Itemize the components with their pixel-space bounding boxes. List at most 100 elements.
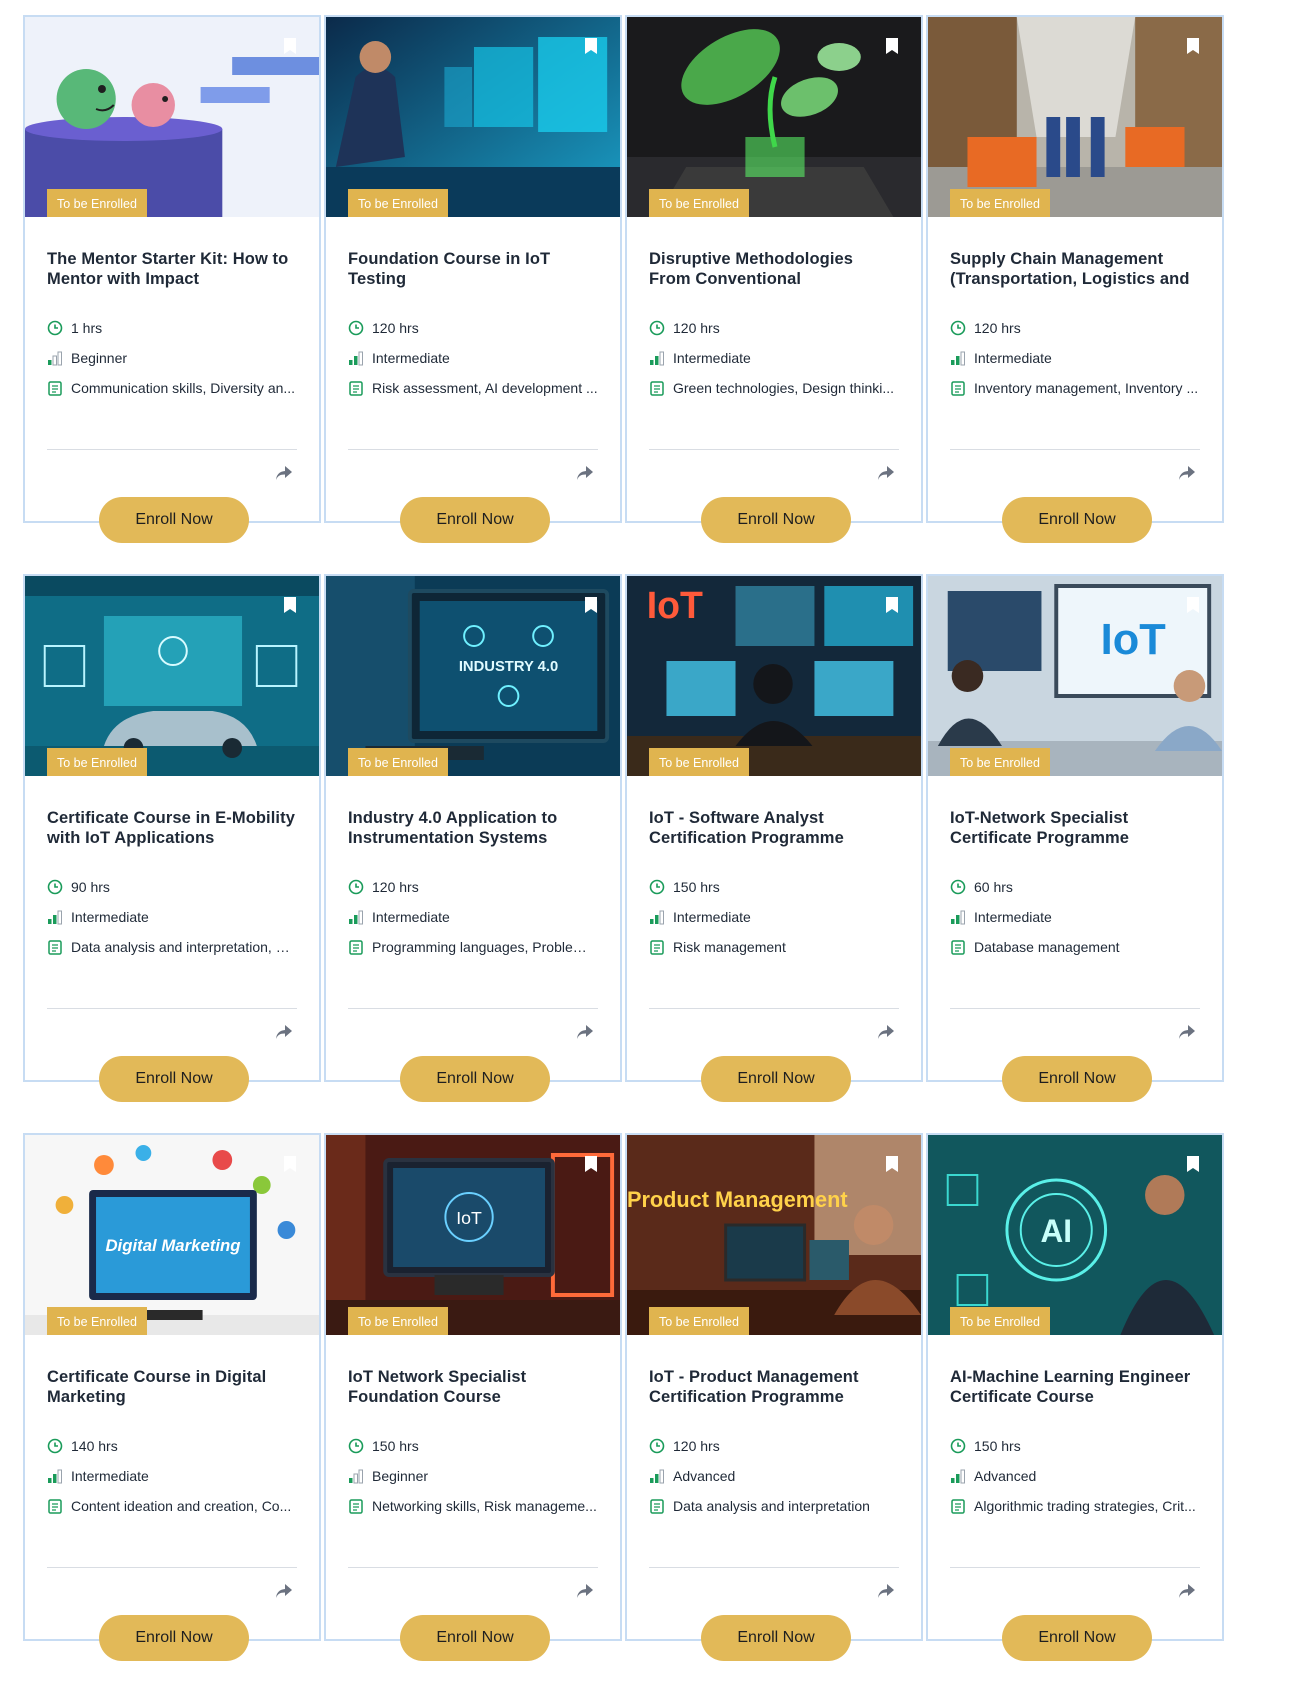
enroll-now-button[interactable]: Enroll Now — [701, 1615, 851, 1661]
share-icon[interactable] — [877, 1024, 895, 1040]
skills-list-icon — [951, 381, 965, 396]
green-tech-photo — [627, 17, 921, 217]
course-thumbnail[interactable]: To be Enrolled — [25, 17, 319, 217]
share-icon[interactable] — [275, 465, 293, 481]
level-bars-icon — [951, 1469, 965, 1484]
iot-screen-label: IoT — [1101, 615, 1166, 664]
enroll-now-button[interactable]: Enroll Now — [701, 1056, 851, 1102]
bookmark-icon[interactable] — [584, 596, 598, 614]
course-card[interactable]: IoT To be Enrolled IoT-Network Specialis… — [926, 574, 1224, 1102]
share-icon[interactable] — [275, 1583, 293, 1599]
share-icon[interactable] — [576, 465, 594, 481]
course-title[interactable]: Supply Chain Management (Transportation,… — [950, 249, 1200, 291]
course-card[interactable]: Product Management To be Enrolled IoT - … — [625, 1133, 923, 1661]
course-skills: Data analysis and interpretation — [673, 1498, 870, 1514]
skills-list-icon — [349, 940, 363, 955]
course-title[interactable]: Foundation Course in IoT Testing — [348, 249, 598, 291]
bookmark-icon[interactable] — [885, 37, 899, 55]
course-thumbnail[interactable]: INDUSTRY 4.0 To be Enrolled — [326, 576, 620, 776]
enroll-now-button[interactable]: Enroll Now — [701, 497, 851, 543]
enroll-now-button[interactable]: Enroll Now — [400, 497, 550, 543]
course-thumbnail[interactable]: Digital Marketing To be Enrolled — [25, 1135, 319, 1335]
course-level: Intermediate — [372, 350, 450, 366]
enroll-now-button[interactable]: Enroll Now — [400, 1615, 550, 1661]
course-level: Intermediate — [974, 909, 1052, 925]
course-card[interactable]: AI To be Enrolled AI-Machine Learning En… — [926, 1133, 1224, 1661]
course-thumbnail[interactable]: To be Enrolled — [627, 17, 921, 217]
course-thumbnail[interactable]: IoT To be Enrolled — [326, 1135, 620, 1335]
share-icon[interactable] — [1178, 1583, 1196, 1599]
skills-list-icon — [951, 940, 965, 955]
course-title[interactable]: IoT - Software Analyst Certification Pro… — [649, 808, 899, 850]
iot-testing-photo — [326, 17, 620, 217]
digital-marketing-illustration: Digital Marketing — [25, 1135, 319, 1335]
share-icon[interactable] — [1178, 465, 1196, 481]
enroll-now-button[interactable]: Enroll Now — [99, 497, 249, 543]
course-duration: 150 hrs — [372, 1438, 419, 1454]
enroll-now-button[interactable]: Enroll Now — [99, 1615, 249, 1661]
enrollment-status-badge: To be Enrolled — [950, 189, 1050, 217]
course-title[interactable]: IoT Network Specialist Foundation Course — [348, 1367, 598, 1409]
course-thumbnail[interactable]: AI To be Enrolled — [928, 1135, 1222, 1335]
bookmark-icon[interactable] — [584, 1155, 598, 1173]
bookmark-icon[interactable] — [283, 596, 297, 614]
course-thumbnail[interactable]: IoT To be Enrolled — [928, 576, 1222, 776]
share-icon[interactable] — [877, 1583, 895, 1599]
bookmark-icon[interactable] — [885, 596, 899, 614]
course-title[interactable]: Certificate Course in E-Mobility with Io… — [47, 808, 297, 850]
e-mobility-photo — [25, 576, 319, 776]
course-thumbnail[interactable]: Product Management To be Enrolled — [627, 1135, 921, 1335]
course-duration: 120 hrs — [673, 320, 720, 336]
course-thumbnail[interactable]: To be Enrolled — [25, 576, 319, 776]
course-thumbnail[interactable]: IoT To be Enrolled — [627, 576, 921, 776]
product-sign-label: Product Management — [627, 1187, 848, 1212]
course-title[interactable]: IoT-Network Specialist Certificate Progr… — [950, 808, 1200, 850]
enroll-now-button[interactable]: Enroll Now — [1002, 1615, 1152, 1661]
enroll-now-button[interactable]: Enroll Now — [99, 1056, 249, 1102]
course-thumbnail[interactable]: To be Enrolled — [326, 17, 620, 217]
course-title[interactable]: AI-Machine Learning Engineer Certificate… — [950, 1367, 1200, 1409]
course-level: Intermediate — [71, 909, 149, 925]
bookmark-icon[interactable] — [1186, 37, 1200, 55]
enrollment-status-badge: To be Enrolled — [649, 1307, 749, 1335]
course-title[interactable]: Disruptive Methodologies From Convention… — [649, 249, 899, 291]
course-skills: Green technologies, Design thinki... — [673, 380, 895, 396]
digital-marketing-label: Digital Marketing — [105, 1236, 241, 1255]
enroll-now-button[interactable]: Enroll Now — [1002, 497, 1152, 543]
course-card[interactable]: To be Enrolled Foundation Course in IoT … — [324, 15, 622, 543]
bookmark-icon[interactable] — [1186, 1155, 1200, 1173]
course-title[interactable]: Industry 4.0 Application to Instrumentat… — [348, 808, 598, 850]
share-icon[interactable] — [576, 1583, 594, 1599]
level-bars-icon — [48, 1469, 62, 1484]
share-icon[interactable] — [1178, 1024, 1196, 1040]
clock-icon — [649, 320, 665, 336]
card-divider — [649, 1567, 899, 1568]
course-card[interactable]: Digital Marketing To be Enrolled Certifi… — [23, 1133, 321, 1661]
enrollment-status-badge: To be Enrolled — [950, 1307, 1050, 1335]
course-card[interactable]: To be Enrolled The Mentor Starter Kit: H… — [23, 15, 321, 543]
course-card[interactable]: IoT To be Enrolled IoT Network Specialis… — [324, 1133, 622, 1661]
course-title[interactable]: IoT - Product Management Certification P… — [649, 1367, 899, 1409]
course-card[interactable]: To be Enrolled Certificate Course in E-M… — [23, 574, 321, 1102]
share-icon[interactable] — [877, 465, 895, 481]
course-card[interactable]: INDUSTRY 4.0 To be Enrolled Industry 4.0… — [324, 574, 622, 1102]
iot-analyst-photo: IoT — [627, 576, 921, 776]
course-title[interactable]: Certificate Course in Digital Marketing — [47, 1367, 297, 1409]
course-title[interactable]: The Mentor Starter Kit: How to Mentor wi… — [47, 249, 297, 291]
course-card[interactable]: To be Enrolled Disruptive Methodologies … — [625, 15, 923, 543]
course-thumbnail[interactable]: To be Enrolled — [928, 17, 1222, 217]
share-icon[interactable] — [576, 1024, 594, 1040]
bookmark-icon[interactable] — [584, 37, 598, 55]
bookmark-icon[interactable] — [885, 1155, 899, 1173]
bookmark-icon[interactable] — [283, 37, 297, 55]
course-card[interactable]: To be Enrolled Supply Chain Management (… — [926, 15, 1224, 543]
course-skills: Data analysis and interpretation, H... — [71, 939, 297, 955]
card-divider — [950, 449, 1200, 450]
bookmark-icon[interactable] — [283, 1155, 297, 1173]
enrollment-status-badge: To be Enrolled — [348, 189, 448, 217]
enroll-now-button[interactable]: Enroll Now — [1002, 1056, 1152, 1102]
enroll-now-button[interactable]: Enroll Now — [400, 1056, 550, 1102]
share-icon[interactable] — [275, 1024, 293, 1040]
bookmark-icon[interactable] — [1186, 596, 1200, 614]
course-card[interactable]: IoT To be Enrolled IoT - Software Analys… — [625, 574, 923, 1102]
